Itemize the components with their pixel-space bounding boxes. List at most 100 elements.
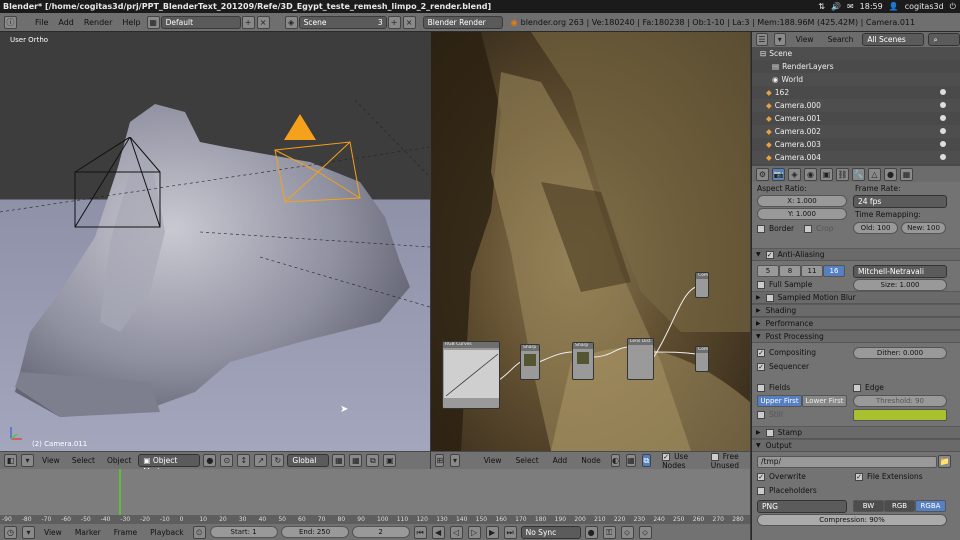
aa-samples-16[interactable]: 16 [823, 265, 845, 277]
file-format-select[interactable]: PNG [757, 500, 847, 513]
upper-first-button[interactable]: Upper First [757, 395, 802, 407]
viewport-3d[interactable]: User Ortho (2) Camera.011 ➤ [0, 32, 430, 451]
color-mode-rgba[interactable]: RGBA [915, 500, 946, 512]
keyframe-insert-icon[interactable]: ⬦ [620, 525, 634, 539]
prev-key-icon[interactable]: ◀ [431, 525, 445, 539]
power-icon[interactable]: ⏻ [950, 0, 956, 13]
aa-samples-5[interactable]: 5 [757, 265, 779, 277]
editor-type-icon[interactable]: ⓘ [4, 15, 17, 29]
node-rgb-curves[interactable]: RGB Curves [442, 341, 500, 409]
ne-menu-select[interactable]: Select [511, 456, 544, 465]
texture-nodes-icon[interactable]: ⧉ [641, 454, 652, 467]
crop-checkbox[interactable]: Crop [804, 224, 834, 233]
compositing-checkbox[interactable]: ✓ Compositing [757, 348, 816, 357]
outliner-item-renderlayers[interactable]: ▤ RenderLayers [752, 60, 960, 73]
outliner-item-scene[interactable]: ⊟ Scene [752, 47, 960, 60]
outliner-filter-select[interactable]: All Scenes [862, 33, 925, 46]
render-tab-icon[interactable]: 📷 [772, 167, 785, 181]
ne-menu-add[interactable]: Add [548, 456, 573, 465]
outliner-item-camera-001[interactable]: ◆ Camera.001 [752, 112, 960, 125]
sequencer-checkbox[interactable]: ✓ Sequencer [757, 362, 809, 371]
visibility-eye-icon[interactable] [940, 89, 946, 95]
use-nodes-checkbox[interactable]: ✓ Use Nodes [662, 452, 697, 470]
node-sharpen-a[interactable]: Sharp [520, 344, 540, 380]
scene-tab-icon[interactable]: ◈ [788, 167, 801, 181]
shader-nodes-icon[interactable]: ◐ [610, 454, 621, 467]
visibility-eye-icon[interactable] [940, 154, 946, 160]
preview-range-icon[interactable]: ⏲ [192, 525, 206, 539]
add-layout-icon[interactable]: + [241, 15, 255, 29]
full-sample-checkbox[interactable]: Full Sample [757, 280, 812, 289]
node-composite-b[interactable]: Comp [695, 346, 709, 372]
vp-menu-view[interactable]: View [37, 456, 65, 465]
remove-layout-icon[interactable]: × [256, 15, 270, 29]
edge-checkbox[interactable]: Edge [853, 383, 884, 392]
vp-menu-select[interactable]: Select [67, 456, 100, 465]
layout-selector[interactable]: Default [160, 15, 241, 29]
outliner-item-162[interactable]: ◆ 162 [752, 86, 960, 99]
tl-menu-frame[interactable]: Frame [109, 528, 142, 537]
border-checkbox[interactable]: Border [757, 224, 794, 233]
fields-checkbox[interactable]: Fields [757, 383, 790, 392]
edge-color-swatch[interactable] [853, 409, 947, 421]
visibility-eye-icon[interactable] [940, 102, 946, 108]
folder-browse-icon[interactable]: 📁 [938, 455, 951, 468]
editor-type-3d-icon[interactable]: ◧ [4, 454, 17, 467]
ne-menu-node[interactable]: Node [576, 456, 606, 465]
tl-menu-playback[interactable]: Playback [145, 528, 188, 537]
panel-sampled-motion-blur[interactable]: ▶ Sampled Motion Blur [752, 291, 960, 304]
camera-gizmo-left[interactable] [70, 137, 170, 237]
record-icon[interactable]: ● [584, 525, 598, 539]
aa-samples-11[interactable]: 11 [801, 265, 823, 277]
aa-samples-8[interactable]: 8 [779, 265, 801, 277]
placeholders-checkbox[interactable]: Placeholders [757, 486, 817, 495]
still-checkbox[interactable]: Still [757, 410, 783, 419]
play-icon[interactable]: ▷ [467, 525, 481, 539]
snap-icon[interactable]: ⧉ [366, 454, 380, 467]
tl-menu-view[interactable]: View [39, 528, 67, 537]
scene-selector[interactable]: Scene 3 [298, 15, 387, 29]
render-engine-select[interactable]: Blender Render [422, 15, 503, 29]
keyframe-delete-icon[interactable]: ⬦ [638, 525, 652, 539]
layers-icon[interactable]: ▦ [332, 454, 346, 467]
current-frame-field[interactable]: 2 [351, 526, 410, 538]
panel-output[interactable]: ▼ Output [752, 439, 960, 452]
menu-file[interactable]: File [30, 18, 53, 27]
world-tab-icon[interactable]: ◉ [804, 167, 817, 181]
node-sharpen-b[interactable]: Sharp [572, 342, 594, 380]
color-mode-rgb[interactable]: RGB [884, 500, 915, 512]
menu-add[interactable]: Add [53, 18, 79, 27]
tl-menu-marker[interactable]: Marker [70, 528, 106, 537]
node-editor-viewport[interactable]: RGB Curves Sharp Sharp Lens Dist Comp Co… [431, 32, 750, 451]
ne-menu-view[interactable]: View [479, 456, 507, 465]
outliner-item-world[interactable]: ◉ World [752, 73, 960, 86]
collapse-menus-icon[interactable]: ▾ [22, 525, 35, 539]
play-reverse-icon[interactable]: ◁ [449, 525, 463, 539]
color-mode-bw[interactable]: BW [853, 500, 884, 512]
camera-gizmo-selected[interactable] [270, 110, 370, 210]
end-frame-field[interactable]: End: 250 [280, 526, 349, 538]
add-scene-icon[interactable]: + [387, 15, 401, 29]
compositing-nodes-icon[interactable]: ▦ [626, 454, 636, 467]
pivot-icon[interactable]: ⊙ [220, 454, 234, 467]
translate-icon[interactable]: ↗ [254, 454, 268, 467]
editor-type-properties-icon[interactable]: ⚙ [756, 167, 769, 181]
aspect-x-field[interactable]: X: 1.000 [757, 195, 847, 207]
compression-field[interactable]: Compression: 90% [757, 514, 947, 526]
collapse-menus-icon[interactable]: ▾ [773, 33, 786, 46]
collapse-menus-icon[interactable]: ▾ [21, 454, 34, 467]
panel-performance[interactable]: ▶ Performance [752, 317, 960, 330]
mode-select[interactable]: ▣ Object Mode [138, 454, 201, 476]
lower-first-button[interactable]: Lower First [802, 395, 847, 407]
shading-icon[interactable]: ● [203, 454, 217, 467]
screen-layout-icon[interactable]: ▦ [146, 15, 160, 29]
keying-icon[interactable]: ⚿ [602, 525, 616, 539]
visibility-eye-icon[interactable] [940, 141, 946, 147]
texture-tab-icon[interactable]: ▦ [900, 167, 913, 181]
output-path-field[interactable]: /tmp/ [757, 456, 937, 468]
free-unused-checkbox[interactable]: Free Unused [710, 452, 750, 470]
file-extensions-checkbox[interactable]: ✓ File Extensions [855, 472, 923, 481]
frame-rate-select[interactable]: 24 fps [853, 195, 947, 208]
ol-menu-search[interactable]: Search [823, 35, 859, 44]
outliner-item-camera-000[interactable]: ◆ Camera.000 [752, 99, 960, 112]
